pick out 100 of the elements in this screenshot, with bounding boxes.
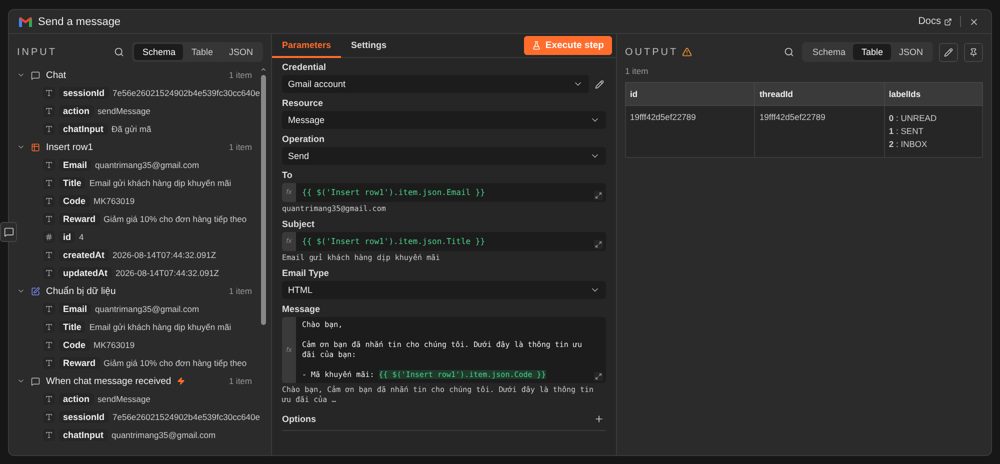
text-type-icon xyxy=(43,339,55,351)
item-count: 1 item xyxy=(624,65,650,78)
pencil-icon[interactable] xyxy=(939,42,958,62)
field-value: 7e56e26021524902b4e539fc30cc640e xyxy=(112,412,260,422)
node-name: Chuẩn bị dữ liệu xyxy=(46,286,116,296)
chevron-down-icon[interactable] xyxy=(17,377,25,385)
field-value: quantrimang35@gmail.com xyxy=(95,304,200,314)
chat-icon xyxy=(31,70,40,80)
field-key[interactable]: sessionId xyxy=(59,87,109,99)
field-key[interactable]: id xyxy=(59,231,75,243)
field-key[interactable]: createdAt xyxy=(59,249,109,261)
view-tab[interactable]: JSON xyxy=(890,44,931,60)
text-type-icon xyxy=(43,429,55,441)
field-key[interactable]: sessionId xyxy=(59,411,109,423)
field-label: Operation xyxy=(282,134,326,144)
dialog-title: Send a message xyxy=(38,16,122,28)
select-field[interactable]: Message xyxy=(282,111,606,129)
expand-icon[interactable] xyxy=(594,240,603,249)
field-value: Đã gửi mã xyxy=(112,124,152,134)
text-type-icon xyxy=(43,303,55,315)
pen-square-icon xyxy=(31,286,40,296)
text-type-icon xyxy=(43,213,55,225)
field-key[interactable]: Reward xyxy=(59,357,100,369)
pin-icon[interactable] xyxy=(964,42,983,62)
field-key[interactable]: Code xyxy=(59,195,90,207)
field-value: sendMessage xyxy=(98,394,150,404)
chevron-down-icon[interactable] xyxy=(17,287,25,295)
chat-button[interactable] xyxy=(0,222,17,242)
view-tab[interactable]: Schema xyxy=(134,44,184,60)
chevron-up-icon[interactable] xyxy=(260,66,267,73)
external-link-icon xyxy=(944,18,952,26)
field-label: To xyxy=(282,170,294,180)
select-field[interactable]: Gmail account xyxy=(282,75,589,93)
view-tab[interactable]: JSON xyxy=(220,44,261,60)
field-label: Message xyxy=(282,304,322,314)
node-name: Chat xyxy=(46,70,66,80)
select-field[interactable]: HTML xyxy=(282,281,606,299)
options-label: Options xyxy=(282,414,316,424)
field-value: 2026-08-14T07:44:32.091Z xyxy=(112,250,216,260)
field-value: MK763019 xyxy=(94,196,135,206)
label-entry: 2 : INBOX xyxy=(888,138,928,151)
field-value: Email gửi khách hàng dịp khuyến mãi xyxy=(89,178,232,188)
item-count: 1 item xyxy=(228,286,252,296)
chevron-down-icon[interactable] xyxy=(17,71,25,79)
item-count: 1 item xyxy=(228,142,252,152)
field-key[interactable]: action xyxy=(59,105,94,117)
text-type-icon xyxy=(43,267,55,279)
item-count: 1 item xyxy=(228,376,252,386)
node-name: When chat message received xyxy=(46,376,172,386)
text-type-icon xyxy=(43,357,55,369)
text-type-icon xyxy=(43,87,55,99)
chevron-down-icon[interactable] xyxy=(17,143,25,151)
text-type-icon xyxy=(43,159,55,171)
docs-link[interactable]: Docs xyxy=(918,16,961,27)
settings-tab[interactable]: Parameters xyxy=(272,34,342,58)
text-type-icon xyxy=(43,123,55,135)
field-value: sendMessage xyxy=(98,106,150,116)
pencil-icon[interactable] xyxy=(593,78,606,90)
text-type-icon xyxy=(43,195,55,207)
field-key[interactable]: chatInput xyxy=(59,429,108,441)
field-label: Email Type xyxy=(282,268,330,278)
settings-tab[interactable]: Settings xyxy=(341,34,397,58)
field-key[interactable]: Title xyxy=(59,177,86,189)
field-key[interactable]: updatedAt xyxy=(59,267,112,279)
field-value: 7e56e26021524902b4e539fc30cc640e xyxy=(112,88,260,98)
text-type-icon xyxy=(43,411,55,423)
chat-icon xyxy=(31,376,40,386)
text-type-icon xyxy=(43,321,55,333)
field-key[interactable]: Email xyxy=(59,159,92,171)
text-type-icon xyxy=(43,105,55,117)
text-type-icon xyxy=(43,249,55,261)
field-value: quantrimang35@gmail.com xyxy=(95,160,200,170)
field-value: 4 xyxy=(79,232,84,242)
hash-icon xyxy=(43,231,55,243)
chat-icon xyxy=(4,227,14,237)
column-header: labelIds xyxy=(884,82,982,106)
label-entry: 1 : SENT xyxy=(888,125,924,138)
field-value: quantrimang35@gmail.com xyxy=(112,430,216,440)
expand-icon[interactable] xyxy=(594,191,603,200)
field-key[interactable]: Email xyxy=(59,303,92,315)
view-tab[interactable]: Schema xyxy=(804,44,854,60)
view-tab[interactable]: Table xyxy=(853,44,891,60)
field-value: 2026-08-14T07:44:32.091Z xyxy=(116,268,219,278)
label-entry: 0 : UNREAD xyxy=(888,112,938,125)
field-key[interactable]: Code xyxy=(59,339,90,351)
item-count: 1 item xyxy=(228,70,252,80)
field-key[interactable]: Reward xyxy=(59,213,100,225)
table-cell: 19fff42d5ef22789 xyxy=(754,106,884,158)
flask-icon xyxy=(532,41,542,50)
field-key[interactable]: action xyxy=(59,393,94,405)
field-key[interactable]: chatInput xyxy=(59,123,108,135)
view-tab[interactable]: Table xyxy=(183,44,221,60)
panel-heading: INPUT xyxy=(17,46,58,58)
select-field[interactable]: Send xyxy=(282,147,606,165)
field-value: Giảm giá 10% cho đơn hàng tiếp theo xyxy=(104,214,247,224)
field-key[interactable]: Title xyxy=(59,321,86,333)
text-type-icon xyxy=(43,177,55,189)
field-value: Giảm giá 10% cho đơn hàng tiếp theo xyxy=(104,358,247,368)
mail-logo-icon xyxy=(19,16,32,26)
expand-icon[interactable] xyxy=(594,372,603,381)
